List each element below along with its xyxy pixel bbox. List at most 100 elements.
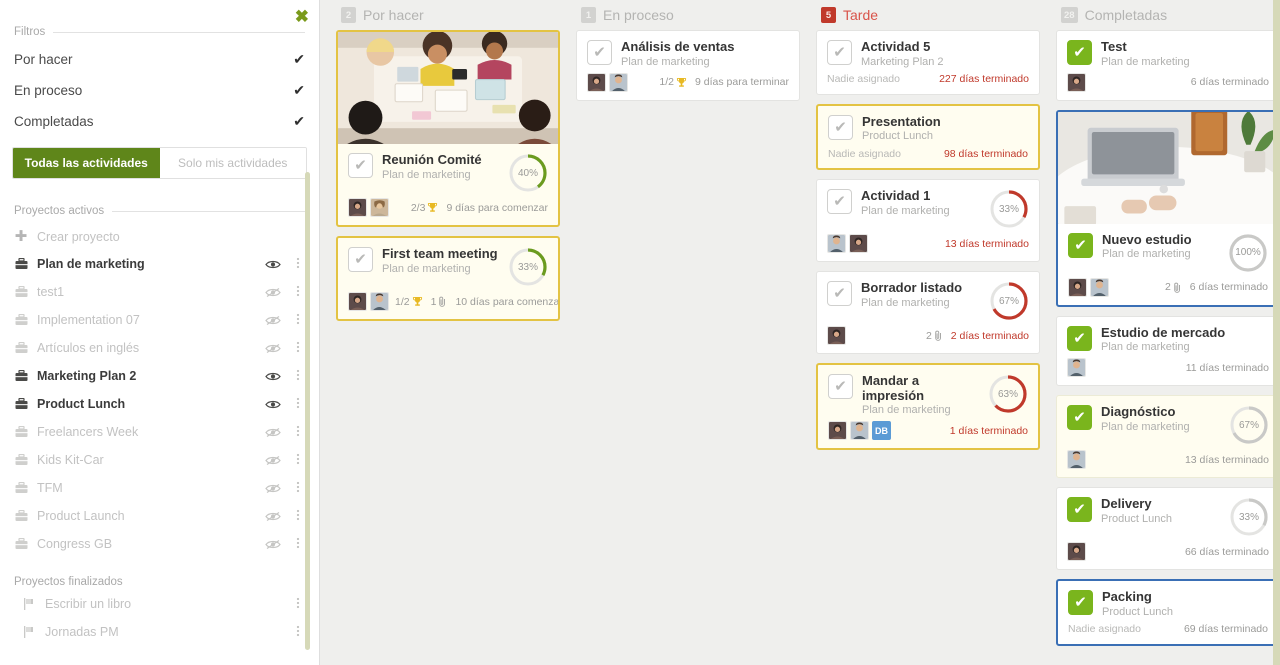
task-card[interactable]: ✔ Actividad 1 Plan de marketing 33% 13 días …	[816, 179, 1040, 263]
avatar[interactable]: DB	[872, 421, 891, 441]
avatar[interactable]	[370, 292, 389, 311]
eye-off-icon[interactable]	[264, 483, 282, 494]
sidebar-scrollbar[interactable]	[305, 172, 310, 650]
finished-project-item-jornadas-pm[interactable]: Jornadas PM	[0, 618, 319, 646]
task-checkbox[interactable]: ✔	[1067, 405, 1092, 431]
my-activities-button[interactable]: Solo mis actividades	[159, 148, 306, 178]
kebab-menu-icon[interactable]	[291, 508, 305, 524]
task-checkbox[interactable]: ✔	[1068, 590, 1093, 616]
create-project-button[interactable]: ✚ Crear proyecto	[0, 223, 319, 250]
task-card[interactable]: ✔ Delivery Product Lunch 33% 66 días termina…	[1056, 487, 1280, 571]
avatar[interactable]	[1067, 450, 1086, 470]
project-item-art-culos-en-ingl-s[interactable]: Artículos en inglés	[0, 334, 319, 362]
task-checkbox[interactable]: ✔	[1067, 497, 1092, 523]
board-column-todo: 2 Por hacer ✔ Reunión Comité Plan de marketi…	[328, 0, 568, 665]
kebab-menu-icon[interactable]	[291, 424, 305, 440]
avatar[interactable]	[1067, 542, 1086, 562]
project-item-tfm[interactable]: TFM	[0, 474, 319, 502]
task-checkbox[interactable]: ✔	[828, 374, 853, 400]
avatar[interactable]	[348, 198, 367, 217]
task-checkbox[interactable]: ✔	[827, 40, 852, 65]
filter-row-1[interactable]: En proceso ✔	[0, 75, 319, 106]
avatar[interactable]	[849, 234, 868, 254]
project-item-plan-de-marketing[interactable]: Plan de marketing	[0, 250, 319, 278]
filter-row-2[interactable]: Completadas ✔	[0, 106, 319, 137]
eye-off-icon[interactable]	[264, 539, 282, 550]
task-project: Product Lunch	[862, 130, 933, 143]
project-item-implementation-07[interactable]: Implementation 07	[0, 306, 319, 334]
task-card[interactable]: ✔ First team meeting Plan de marketing 33% 1…	[336, 236, 560, 321]
task-card[interactable]: ✔ Estudio de mercado Plan de marketing 11 d…	[1056, 315, 1280, 387]
task-checkbox[interactable]: ✔	[348, 153, 373, 178]
task-card[interactable]: ✔ Actividad 5 Marketing Plan 2 Nadie asigna…	[816, 30, 1040, 95]
board-scrollbar[interactable]	[1273, 0, 1280, 665]
card-footer: 2/3 9 días para comenzar	[338, 193, 558, 225]
filter-row-0[interactable]: Por hacer ✔	[0, 44, 319, 75]
avatar[interactable]	[1090, 277, 1109, 297]
task-checkbox[interactable]: ✔	[827, 189, 852, 215]
task-checkbox[interactable]: ✔	[348, 247, 373, 272]
project-item-product-launch[interactable]: Product Launch	[0, 502, 319, 530]
kebab-menu-icon[interactable]	[291, 368, 305, 384]
due-label: 9 días para comenzar	[446, 201, 548, 214]
all-activities-button[interactable]: Todas las actividades	[13, 148, 160, 178]
task-card[interactable]: ✔ Análisis de ventas Plan de marketing 1/2 9…	[576, 30, 800, 101]
eye-icon[interactable]	[264, 399, 282, 410]
task-card[interactable]: ✔ Borrador listado Plan de marketing 67% 2 2 …	[816, 271, 1040, 355]
avatar[interactable]	[587, 72, 606, 92]
project-item-congress-gb[interactable]: Congress GB	[0, 530, 319, 558]
task-checkbox[interactable]: ✔	[1068, 232, 1093, 258]
kebab-menu-icon[interactable]	[291, 480, 305, 496]
eye-off-icon[interactable]	[264, 287, 282, 298]
eye-off-icon[interactable]	[264, 455, 282, 466]
task-card[interactable]: ✔ Mandar a impresión Plan de marketing 63% D…	[816, 363, 1040, 451]
avatar[interactable]	[827, 326, 846, 346]
finished-project-item-escribir-un-libro[interactable]: Escribir un libro	[0, 590, 319, 618]
eye-off-icon[interactable]	[264, 343, 282, 354]
task-checkbox[interactable]: ✔	[587, 40, 612, 65]
project-item-product-lunch[interactable]: Product Lunch	[0, 390, 319, 418]
task-card[interactable]: ✔ Diagnóstico Plan de marketing 67% 13 días …	[1056, 395, 1280, 479]
kebab-menu-icon[interactable]	[291, 396, 305, 412]
kebab-menu-icon[interactable]	[291, 340, 305, 356]
task-card[interactable]: ✔ Reunión Comité Plan de marketing 40% 2/3 9 …	[336, 30, 560, 227]
task-checkbox[interactable]: ✔	[1067, 325, 1092, 351]
avatar[interactable]	[370, 198, 389, 217]
avatar[interactable]	[348, 292, 367, 311]
kebab-menu-icon[interactable]	[291, 284, 305, 300]
task-checkbox[interactable]: ✔	[828, 114, 853, 140]
eye-icon[interactable]	[264, 259, 282, 270]
project-item-test1[interactable]: test1	[0, 278, 319, 306]
project-item-kids-kit-car[interactable]: Kids Kit-Car	[0, 446, 319, 474]
kebab-menu-icon[interactable]	[291, 624, 305, 640]
project-item-freelancers-week[interactable]: Freelancers Week	[0, 418, 319, 446]
avatar[interactable]	[828, 421, 847, 441]
eye-off-icon[interactable]	[264, 315, 282, 326]
avatar[interactable]	[827, 234, 846, 254]
progress-label: 63%	[997, 388, 1018, 400]
eye-off-icon[interactable]	[264, 511, 282, 522]
avatar[interactable]	[1067, 358, 1086, 378]
active-projects-section-header: Proyectos activos	[0, 205, 319, 217]
close-icon[interactable]: ✖	[295, 8, 309, 25]
avatar[interactable]	[1067, 72, 1086, 92]
task-card[interactable]: ✔ Presentation Product Lunch Nadie asignado…	[816, 103, 1040, 171]
eye-off-icon[interactable]	[264, 427, 282, 438]
task-card[interactable]: ✔ Packing Product Lunch Nadie asignado 69 dí…	[1056, 579, 1280, 646]
kebab-menu-icon[interactable]	[291, 312, 305, 328]
task-checkbox[interactable]: ✔	[827, 281, 852, 307]
kebab-menu-icon[interactable]	[291, 536, 305, 552]
kebab-menu-icon[interactable]	[291, 256, 305, 272]
kebab-menu-icon[interactable]	[291, 596, 305, 612]
kebab-menu-icon[interactable]	[291, 452, 305, 468]
card-main: ✔ Análisis de ventas Plan de marketing	[577, 31, 799, 68]
subtask-count: 2/3	[411, 202, 439, 214]
avatar[interactable]	[1068, 277, 1087, 297]
avatar[interactable]	[609, 72, 628, 92]
task-checkbox[interactable]: ✔	[1067, 40, 1092, 65]
task-card[interactable]: ✔ Test Plan de marketing 6 días terminado	[1056, 30, 1280, 101]
project-item-marketing-plan-2[interactable]: Marketing Plan 2	[0, 362, 319, 390]
task-card[interactable]: ✔ Nuevo estudio Plan de marketing 100% 2 6 dí…	[1056, 109, 1280, 307]
avatar[interactable]	[850, 421, 869, 441]
eye-icon[interactable]	[264, 371, 282, 382]
